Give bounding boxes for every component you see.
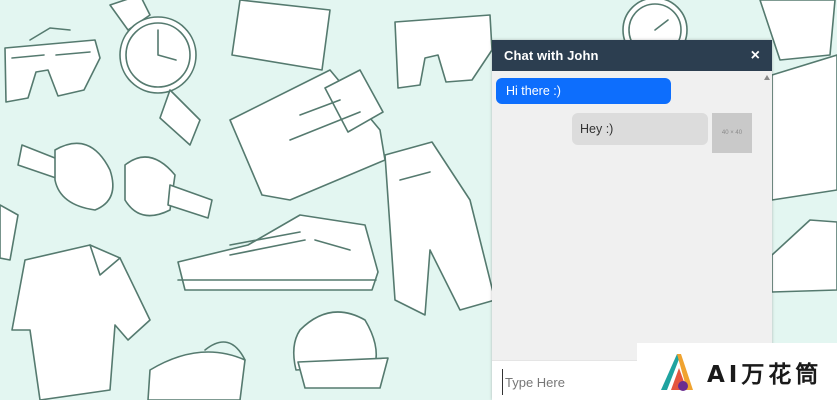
folded-shirt-icon bbox=[229, 69, 386, 201]
strap-icon bbox=[0, 204, 19, 261]
avatar: 40 × 40 bbox=[712, 113, 752, 153]
outgoing-message: Hey :) bbox=[572, 113, 708, 145]
scroll-up-icon[interactable] bbox=[764, 75, 770, 80]
polo-shirt-icon bbox=[11, 244, 151, 400]
close-icon[interactable]: × bbox=[751, 47, 760, 64]
watermark-text: AI万花筒 bbox=[707, 361, 823, 388]
message-list[interactable]: Hi there :) Hey :) 40 × 40 bbox=[492, 71, 762, 360]
sneaker-right-icon bbox=[771, 219, 837, 293]
watch-icon bbox=[109, 0, 201, 146]
sneaker-icon bbox=[177, 214, 379, 291]
shirt-icon bbox=[231, 0, 331, 71]
incoming-message: Hi there :) bbox=[496, 78, 671, 104]
watermark-logo: AI万花筒 bbox=[637, 343, 837, 400]
bowtie-icon bbox=[17, 142, 213, 219]
chat-title: Chat with John bbox=[504, 48, 599, 63]
chat-header: Chat with John × bbox=[492, 40, 772, 71]
trousers-icon bbox=[384, 141, 496, 316]
sunglasses-icon bbox=[4, 27, 101, 103]
bag-icon bbox=[147, 341, 246, 400]
scrollbar[interactable] bbox=[762, 71, 772, 360]
sunglasses-right-icon bbox=[394, 14, 493, 89]
logo-icon bbox=[661, 353, 693, 391]
cap-icon bbox=[292, 311, 389, 389]
shirt-right-icon bbox=[771, 54, 837, 201]
